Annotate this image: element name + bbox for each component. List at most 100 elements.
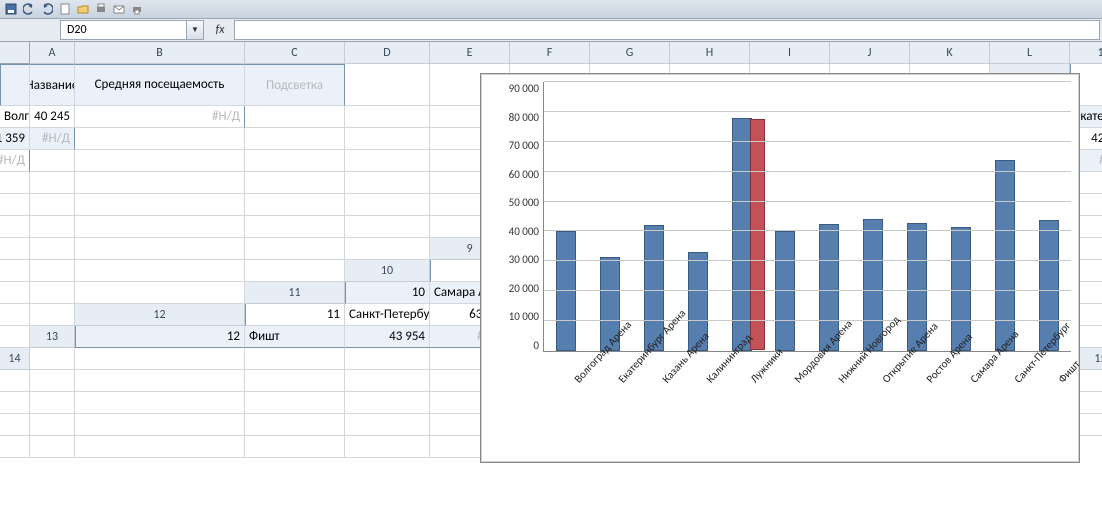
redo-icon[interactable] bbox=[40, 2, 54, 16]
row-header[interactable]: 12 bbox=[75, 304, 245, 326]
cell-highlight[interactable]: #Н/Д bbox=[75, 106, 245, 128]
column-header[interactable]: C bbox=[245, 42, 345, 64]
cell[interactable] bbox=[0, 216, 30, 238]
cell-index[interactable]: 11 bbox=[245, 304, 345, 326]
row-header[interactable]: 14 bbox=[0, 348, 30, 370]
column-header[interactable]: I bbox=[750, 42, 830, 64]
cell[interactable] bbox=[75, 392, 245, 414]
cell[interactable] bbox=[245, 216, 345, 238]
cell[interactable] bbox=[245, 260, 345, 282]
column-header[interactable]: B bbox=[75, 42, 245, 64]
cell[interactable] bbox=[245, 172, 345, 194]
cell[interactable] bbox=[245, 194, 345, 216]
cell-avg[interactable]: 40 245 bbox=[30, 106, 75, 128]
cell[interactable] bbox=[30, 216, 75, 238]
cell[interactable] bbox=[30, 370, 75, 392]
row-header[interactable]: 11 bbox=[245, 282, 345, 304]
cell[interactable] bbox=[75, 282, 245, 304]
select-all-corner[interactable] bbox=[0, 42, 30, 64]
column-header[interactable]: J bbox=[830, 42, 910, 64]
cell[interactable] bbox=[345, 370, 430, 392]
fx-icon[interactable]: fx bbox=[206, 20, 234, 40]
cell[interactable] bbox=[30, 260, 75, 282]
cell[interactable] bbox=[345, 150, 430, 172]
cell[interactable] bbox=[0, 194, 30, 216]
cell[interactable] bbox=[345, 106, 430, 128]
new-icon[interactable] bbox=[58, 2, 72, 16]
cell[interactable] bbox=[0, 64, 30, 106]
cell[interactable] bbox=[0, 436, 30, 458]
cell[interactable] bbox=[75, 128, 245, 150]
cell[interactable] bbox=[245, 370, 345, 392]
cell[interactable] bbox=[345, 128, 430, 150]
cell[interactable] bbox=[245, 150, 345, 172]
cell[interactable] bbox=[0, 392, 30, 414]
cell[interactable] bbox=[75, 436, 245, 458]
cell[interactable] bbox=[30, 392, 75, 414]
cell[interactable] bbox=[245, 348, 345, 370]
cell[interactable] bbox=[30, 414, 75, 436]
cell-name[interactable]: Волгоград Арена bbox=[0, 106, 30, 128]
quick-print-icon[interactable] bbox=[130, 2, 144, 16]
table-header-avg[interactable]: Средняя посещаемость bbox=[75, 64, 245, 106]
open-icon[interactable] bbox=[76, 2, 90, 16]
column-header[interactable]: H bbox=[670, 42, 750, 64]
save-icon[interactable] bbox=[4, 2, 18, 16]
cell[interactable] bbox=[345, 436, 430, 458]
cell[interactable] bbox=[30, 436, 75, 458]
cell[interactable] bbox=[30, 348, 75, 370]
cell[interactable] bbox=[345, 194, 430, 216]
cell-index[interactable]: 12 bbox=[75, 326, 245, 348]
cell[interactable] bbox=[75, 194, 245, 216]
undo-icon[interactable] bbox=[22, 2, 36, 16]
column-header[interactable]: E bbox=[430, 42, 510, 64]
cell[interactable] bbox=[75, 260, 245, 282]
cell-name[interactable]: Санкт-Петербург bbox=[345, 304, 430, 326]
cell-name[interactable]: Фишт bbox=[245, 326, 345, 348]
cell[interactable] bbox=[345, 414, 430, 436]
row-header[interactable]: 13 bbox=[30, 326, 75, 348]
column-header[interactable]: A bbox=[30, 42, 75, 64]
cell[interactable] bbox=[75, 348, 245, 370]
cell-avg[interactable]: 43 954 bbox=[345, 326, 430, 348]
column-header[interactable]: F bbox=[510, 42, 590, 64]
table-header-highlight[interactable]: Подсветка bbox=[245, 64, 345, 106]
row-header[interactable]: 10 bbox=[345, 260, 430, 282]
table-header-name[interactable]: Название bbox=[30, 64, 75, 106]
cell[interactable] bbox=[75, 216, 245, 238]
column-header[interactable]: D bbox=[345, 42, 430, 64]
cell[interactable] bbox=[30, 172, 75, 194]
cell-index[interactable]: 10 bbox=[345, 282, 430, 304]
cell[interactable] bbox=[0, 414, 30, 436]
cell[interactable] bbox=[345, 348, 430, 370]
row-header[interactable]: 1 bbox=[1070, 42, 1102, 64]
column-header[interactable]: G bbox=[590, 42, 670, 64]
cell[interactable] bbox=[0, 260, 30, 282]
cell[interactable] bbox=[30, 304, 75, 326]
cell-highlight[interactable]: #Н/Д bbox=[30, 128, 75, 150]
cell[interactable] bbox=[75, 172, 245, 194]
chevron-down-icon[interactable]: ▼ bbox=[186, 21, 203, 39]
cell[interactable] bbox=[0, 370, 30, 392]
formula-input[interactable] bbox=[234, 20, 1100, 40]
cell[interactable] bbox=[245, 392, 345, 414]
cell[interactable] bbox=[0, 326, 30, 348]
cell[interactable] bbox=[75, 150, 245, 172]
cell-avg[interactable]: 31 359 bbox=[0, 128, 30, 150]
cell[interactable] bbox=[0, 238, 30, 260]
column-header[interactable]: L bbox=[990, 42, 1070, 64]
cell[interactable] bbox=[245, 414, 345, 436]
cell[interactable] bbox=[345, 392, 430, 414]
cell[interactable] bbox=[245, 436, 345, 458]
cell[interactable] bbox=[75, 414, 245, 436]
cell[interactable] bbox=[245, 128, 345, 150]
cell[interactable] bbox=[30, 150, 75, 172]
cell[interactable] bbox=[245, 238, 345, 260]
cell[interactable] bbox=[30, 238, 75, 260]
cell[interactable] bbox=[30, 282, 75, 304]
cell-highlight[interactable]: #Н/Д bbox=[0, 150, 30, 172]
cell[interactable] bbox=[0, 172, 30, 194]
cell[interactable] bbox=[345, 216, 430, 238]
cell[interactable] bbox=[75, 370, 245, 392]
cell[interactable] bbox=[345, 172, 430, 194]
